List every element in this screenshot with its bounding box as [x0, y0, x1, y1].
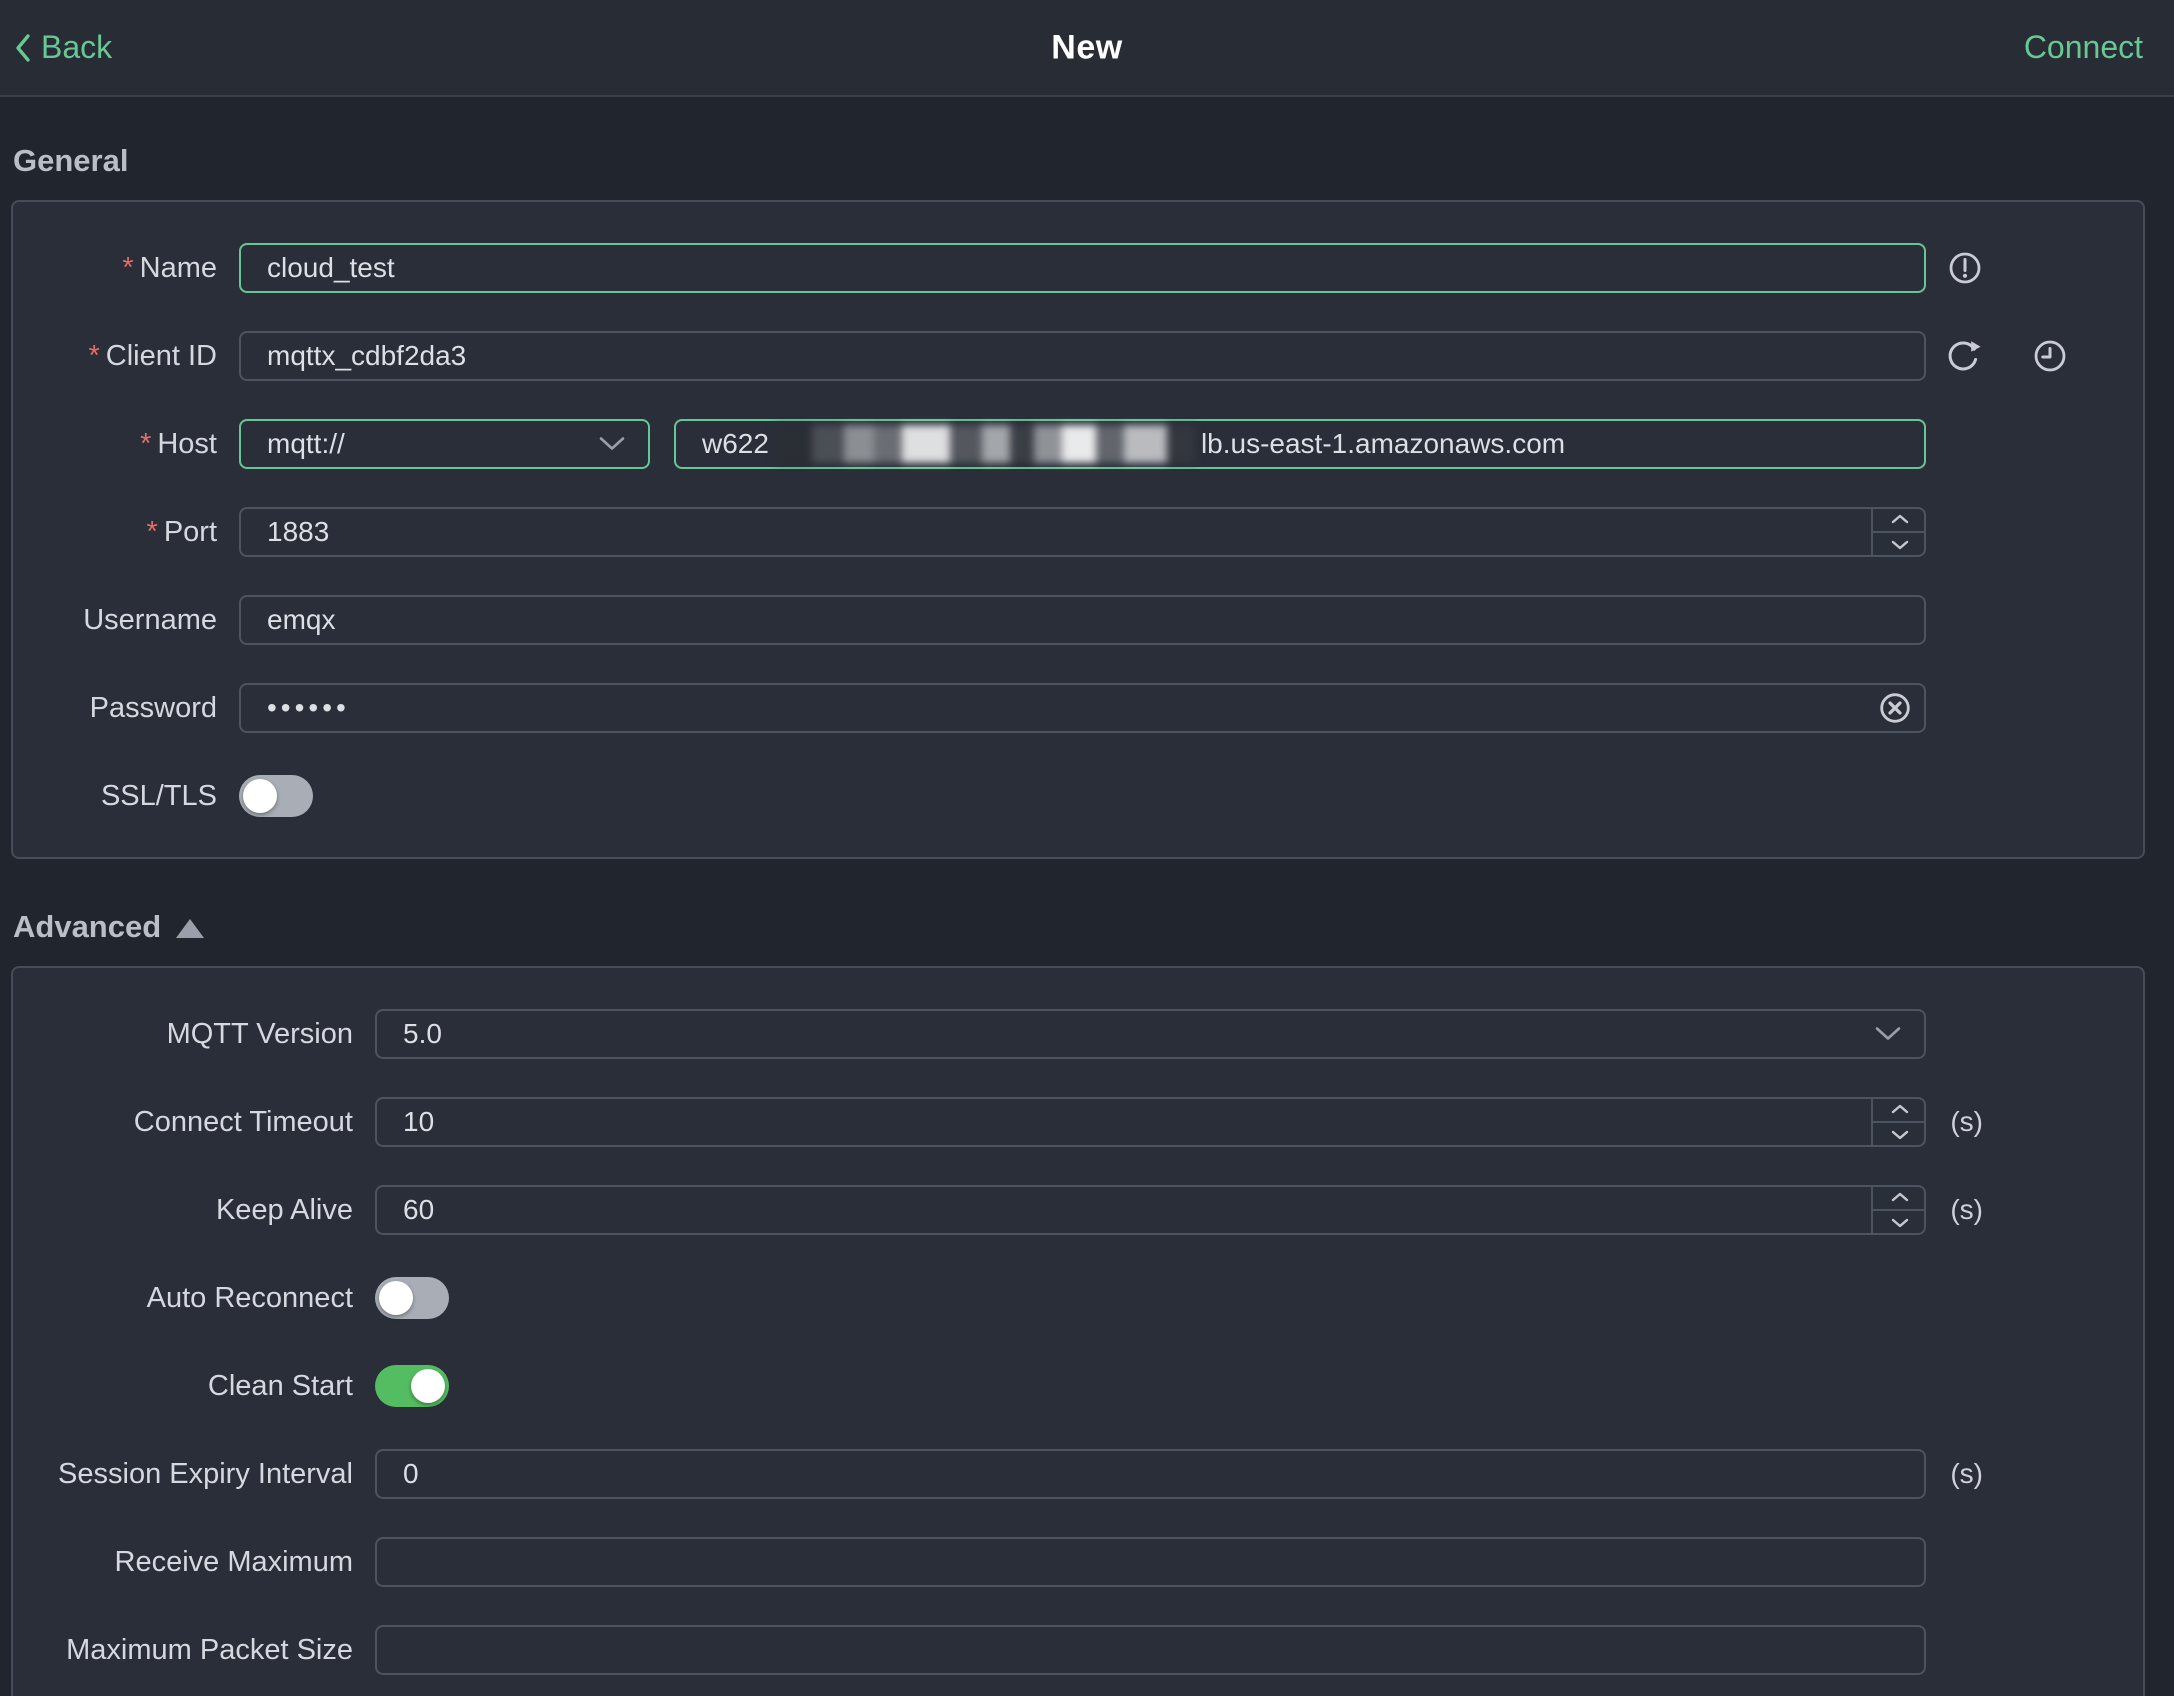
spin-down-button[interactable] — [1873, 1211, 1926, 1235]
mqtt-version-label: MQTT Version — [166, 1017, 353, 1050]
spin-down-button[interactable] — [1873, 1123, 1926, 1147]
mqtt-version-select[interactable]: 5.0 — [375, 1009, 1926, 1059]
client-id-label: Client ID — [105, 339, 217, 372]
connect-button[interactable]: Connect — [2024, 29, 2143, 66]
port-label: Port — [163, 515, 217, 548]
host-input[interactable]: w622 lb.us-east-1.amazonaws.com — [674, 419, 1926, 469]
auto-reconnect-label: Auto Reconnect — [146, 1281, 353, 1314]
receive-maximum-label: Receive Maximum — [114, 1545, 354, 1578]
collapse-arrow-icon — [176, 919, 205, 938]
password-label: Password — [89, 691, 217, 724]
connect-timeout-spinner — [1871, 1097, 1926, 1147]
keep-alive-spinner — [1871, 1185, 1926, 1235]
password-row: Password •••••• — [13, 683, 2143, 733]
host-label: Host — [157, 427, 217, 460]
mqtt-version-value: 5.0 — [403, 1018, 442, 1049]
host-row: * Host mqtt:// w622 lb.us-east-1.amazonaw… — [13, 419, 2143, 469]
protocol-select[interactable]: mqtt:// — [239, 419, 650, 469]
form-content: General *Name *Client ID — [0, 97, 2174, 1696]
spin-down-button[interactable] — [1873, 533, 1926, 557]
required-marker: * — [122, 251, 134, 284]
client-id-row: * Client ID — [13, 331, 2143, 381]
clean-start-row: Clean Start — [13, 1361, 2143, 1411]
session-expiry-row: Session Expiry Interval (s) — [13, 1449, 2143, 1499]
toggle-knob — [379, 1281, 413, 1315]
keep-alive-row: Keep Alive (s) — [13, 1185, 2143, 1235]
general-panel: *Name *Client ID * Host — [11, 200, 2145, 859]
session-expiry-input[interactable] — [375, 1449, 1926, 1499]
chevron-down-icon — [599, 437, 625, 452]
connect-timeout-row: Connect Timeout (s) — [13, 1097, 2143, 1147]
connect-timeout-input[interactable] — [375, 1097, 1926, 1147]
clean-start-toggle[interactable] — [375, 1365, 449, 1407]
toggle-knob — [243, 779, 277, 813]
auto-reconnect-toggle[interactable] — [375, 1277, 449, 1319]
advanced-section-toggle[interactable]: Advanced — [13, 859, 2145, 966]
name-label: Name — [139, 251, 217, 284]
receive-maximum-input[interactable] — [375, 1537, 1926, 1587]
seconds-unit: (s) — [1950, 1194, 1983, 1225]
back-label: Back — [41, 29, 113, 65]
spin-up-button[interactable] — [1873, 507, 1926, 533]
keep-alive-input[interactable] — [375, 1185, 1926, 1235]
maximum-packet-size-input[interactable] — [375, 1625, 1926, 1675]
maximum-packet-size-row: Maximum Packet Size — [13, 1625, 2143, 1675]
keep-alive-label: Keep Alive — [215, 1193, 353, 1226]
spin-up-button[interactable] — [1873, 1097, 1926, 1123]
toggle-knob — [411, 1369, 445, 1403]
password-masked-value: •••••• — [267, 692, 350, 723]
port-spinner — [1871, 507, 1926, 557]
session-expiry-label: Session Expiry Interval — [58, 1457, 353, 1490]
warning-circle-icon — [1945, 248, 1985, 288]
username-row: Username — [13, 595, 2143, 645]
port-row: * Port — [13, 507, 2143, 557]
name-row: * Name — [13, 243, 2143, 293]
receive-maximum-row: Receive Maximum — [13, 1537, 2143, 1587]
mqtt-version-row: MQTT Version 5.0 — [13, 1009, 2143, 1059]
host-value-suffix: lb.us-east-1.amazonaws.com — [1200, 428, 1566, 459]
protocol-value: mqtt:// — [267, 428, 345, 459]
clean-start-label: Clean Start — [207, 1369, 353, 1402]
seconds-unit: (s) — [1950, 1458, 1983, 1489]
port-input[interactable] — [239, 507, 1926, 557]
maximum-packet-size-label: Maximum Packet Size — [66, 1633, 353, 1666]
advanced-panel: MQTT Version 5.0 Connect Timeout 10 (s) … — [11, 966, 2145, 1696]
redacted-host-segment — [774, 425, 1195, 463]
connect-timeout-label: Connect Timeout — [133, 1105, 353, 1138]
seconds-unit: (s) — [1950, 1106, 1983, 1137]
username-input[interactable] — [239, 595, 1926, 645]
name-input[interactable] — [239, 243, 1926, 293]
auto-reconnect-row: Auto Reconnect — [13, 1273, 2143, 1323]
ssl-tls-row: SSL/TLS — [13, 771, 2143, 821]
username-label: Username — [83, 603, 217, 636]
clear-password-icon[interactable] — [1876, 689, 1914, 727]
general-section-title: General — [13, 143, 129, 178]
password-input[interactable]: •••••• — [239, 683, 1926, 733]
chevron-left-icon — [14, 32, 32, 64]
client-id-input[interactable] — [239, 331, 1926, 381]
page-title: New — [1051, 28, 1123, 66]
back-button[interactable]: Back — [14, 29, 112, 66]
ssl-tls-label: SSL/TLS — [100, 779, 217, 812]
ssl-tls-toggle[interactable] — [239, 775, 313, 817]
history-clock-icon[interactable] — [2030, 336, 2070, 376]
spin-up-button[interactable] — [1873, 1185, 1926, 1211]
host-value-prefix: w622 — [702, 428, 769, 459]
top-bar: Back New Connect — [0, 0, 2174, 97]
chevron-down-icon — [1875, 1027, 1901, 1042]
refresh-client-id-icon[interactable] — [1943, 336, 1983, 376]
